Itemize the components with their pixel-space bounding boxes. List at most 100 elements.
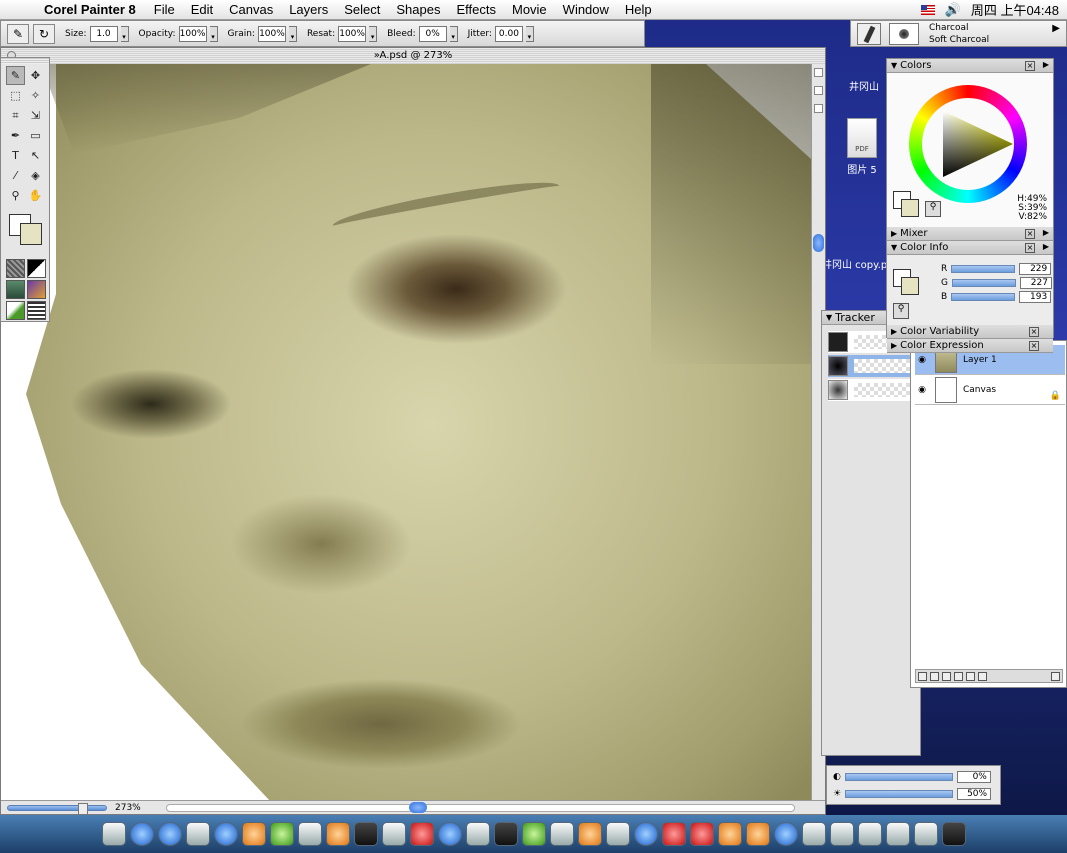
panel-close-icon[interactable]: ×: [1025, 61, 1035, 71]
resat-slider-arrow-icon[interactable]: ▾: [369, 25, 378, 42]
itunes-dock-icon[interactable]: [269, 822, 294, 846]
panel-menu-icon[interactable]: ▶: [1043, 242, 1049, 251]
menu-layers[interactable]: Layers: [289, 2, 328, 17]
opacity-slider-arrow-icon[interactable]: ▾: [209, 25, 218, 42]
menu-shapes[interactable]: Shapes: [396, 2, 440, 17]
cross-dock-icon[interactable]: [689, 822, 714, 846]
desktop-pdf-item[interactable]: PDF 图片 5: [840, 118, 884, 176]
opacity-field[interactable]: 0%: [956, 771, 991, 783]
script-dock-icon[interactable]: [605, 822, 630, 846]
panel-close-icon[interactable]: ×: [1029, 327, 1039, 337]
crop-icon[interactable]: ⌗: [6, 106, 25, 125]
selection-adjuster-icon[interactable]: ⇲: [26, 106, 45, 125]
panel-close-icon[interactable]: ×: [1025, 243, 1035, 253]
chat-dock-icon[interactable]: [633, 822, 658, 846]
color-info-panel-header[interactable]: ▼ Color Info × ▶: [887, 241, 1053, 255]
collapse-triangle-icon[interactable]: ▼: [891, 61, 897, 70]
trash-dock-icon[interactable]: [941, 822, 966, 846]
new-layer-icon[interactable]: [942, 671, 951, 681]
red-field[interactable]: 229: [1019, 263, 1052, 275]
brush-library-menu-icon[interactable]: ▶: [1052, 23, 1060, 34]
enable-mask-icon[interactable]: [978, 671, 987, 681]
quicktime-dock-icon[interactable]: [437, 822, 462, 846]
text-tool-icon[interactable]: T: [6, 146, 25, 165]
paper-selector-icon[interactable]: [6, 259, 25, 278]
opacity-field[interactable]: 100%: [178, 25, 207, 42]
trash-icon[interactable]: [1051, 671, 1060, 681]
colors-panel-header[interactable]: ▼ Colors × ▶: [887, 59, 1053, 73]
expand-triangle-icon[interactable]: ▶: [891, 341, 897, 350]
preview-dock-icon[interactable]: [185, 822, 210, 846]
photo-dock-icon[interactable]: [801, 822, 826, 846]
green-slider[interactable]: [951, 279, 1016, 287]
panel-menu-icon[interactable]: ▶: [1043, 228, 1049, 237]
acrobat-dock-icon[interactable]: [549, 822, 574, 846]
terminal-dock-icon[interactable]: [493, 822, 518, 846]
panel-close-icon[interactable]: ×: [1029, 341, 1039, 351]
horizontal-scroll-thumb[interactable]: [409, 802, 427, 813]
expand-triangle-icon[interactable]: ▶: [891, 327, 897, 336]
menu-help[interactable]: Help: [625, 2, 652, 17]
grain-field[interactable]: 100%: [257, 25, 286, 42]
brightness-slider[interactable]: [845, 790, 954, 798]
panel-additional-color-swatch[interactable]: [901, 199, 919, 217]
scroll-button-icon[interactable]: [814, 104, 823, 113]
menu-file[interactable]: File: [154, 2, 175, 17]
ie-dock-icon[interactable]: [157, 822, 182, 846]
magnifier-icon[interactable]: ⚲: [6, 186, 25, 205]
input-menu-flag-icon[interactable]: [920, 4, 935, 15]
menu-movie[interactable]: Movie: [512, 2, 547, 17]
layer-commands-icon[interactable]: [918, 671, 927, 681]
expand-triangle-icon[interactable]: ▶: [891, 229, 897, 238]
size-slider-arrow-icon[interactable]: ▾: [120, 25, 129, 42]
shape-selection-icon[interactable]: ↖: [26, 146, 45, 165]
collapse-triangle-icon[interactable]: ▼: [826, 313, 832, 322]
magic-wand-icon[interactable]: ✧: [26, 86, 45, 105]
scroll-button-icon[interactable]: [814, 86, 823, 95]
red-slider[interactable]: [951, 265, 1016, 273]
zoom-level[interactable]: 273%: [115, 803, 141, 813]
weaving-selector-icon[interactable]: [27, 280, 46, 299]
menu-clock[interactable]: 周四 上午04:48: [971, 0, 1059, 19]
green-field[interactable]: 227: [1019, 277, 1052, 289]
volume-icon[interactable]: 🔊: [945, 2, 961, 18]
imovie-dock-icon[interactable]: [353, 822, 378, 846]
nozzle-selector-icon[interactable]: [6, 301, 25, 320]
brush-tool-icon[interactable]: ✎: [6, 66, 25, 85]
menu-canvas[interactable]: Canvas: [229, 2, 273, 17]
menu-window[interactable]: Window: [563, 2, 609, 17]
mail-dock-icon[interactable]: [241, 822, 266, 846]
document-title-bar[interactable]: »A.psd @ 273%: [1, 48, 825, 64]
collapse-triangle-icon[interactable]: ▼: [891, 243, 897, 252]
iphoto-dock-icon[interactable]: [325, 822, 350, 846]
sherlock-dock-icon[interactable]: [381, 822, 406, 846]
brush-category-name[interactable]: Charcoal: [929, 23, 968, 33]
menu-select[interactable]: Select: [344, 2, 380, 17]
clone-color-icon[interactable]: ⚲: [893, 303, 909, 319]
arrow-dock-icon[interactable]: [717, 822, 742, 846]
rect-select-icon[interactable]: ⬚: [6, 86, 25, 105]
horizontal-scroll-track[interactable]: [166, 804, 795, 812]
size-field[interactable]: 1.0: [89, 25, 118, 42]
canvas[interactable]: [1, 64, 811, 802]
folder-dock-icon[interactable]: [885, 822, 910, 846]
safari-dock-icon[interactable]: [129, 822, 154, 846]
brush-category-icon[interactable]: [857, 23, 881, 45]
finder-dock-icon[interactable]: [101, 822, 126, 846]
clone-color-icon[interactable]: ⚲: [925, 201, 941, 217]
blue-field[interactable]: 193: [1019, 291, 1052, 303]
ical-dock-icon[interactable]: [409, 822, 434, 846]
create-mask-icon[interactable]: [966, 671, 975, 681]
menu-edit[interactable]: Edit: [191, 2, 213, 17]
layer-row-canvas[interactable]: ◉ Canvas 🔒: [915, 375, 1065, 405]
pen-icon[interactable]: ✒: [6, 126, 25, 145]
jitter-slider-arrow-icon[interactable]: ▾: [525, 25, 534, 42]
grain-slider-arrow-icon[interactable]: ▾: [288, 25, 297, 42]
lock-icon[interactable]: 🔒: [1050, 391, 1061, 401]
document-dock-icon[interactable]: [913, 822, 938, 846]
panel-close-icon[interactable]: ×: [1025, 229, 1035, 239]
messenger-dock-icon[interactable]: [213, 822, 238, 846]
window-dock-icon[interactable]: [829, 822, 854, 846]
gradient-selector-icon[interactable]: [27, 259, 46, 278]
info-additional-color-swatch[interactable]: [901, 277, 919, 295]
